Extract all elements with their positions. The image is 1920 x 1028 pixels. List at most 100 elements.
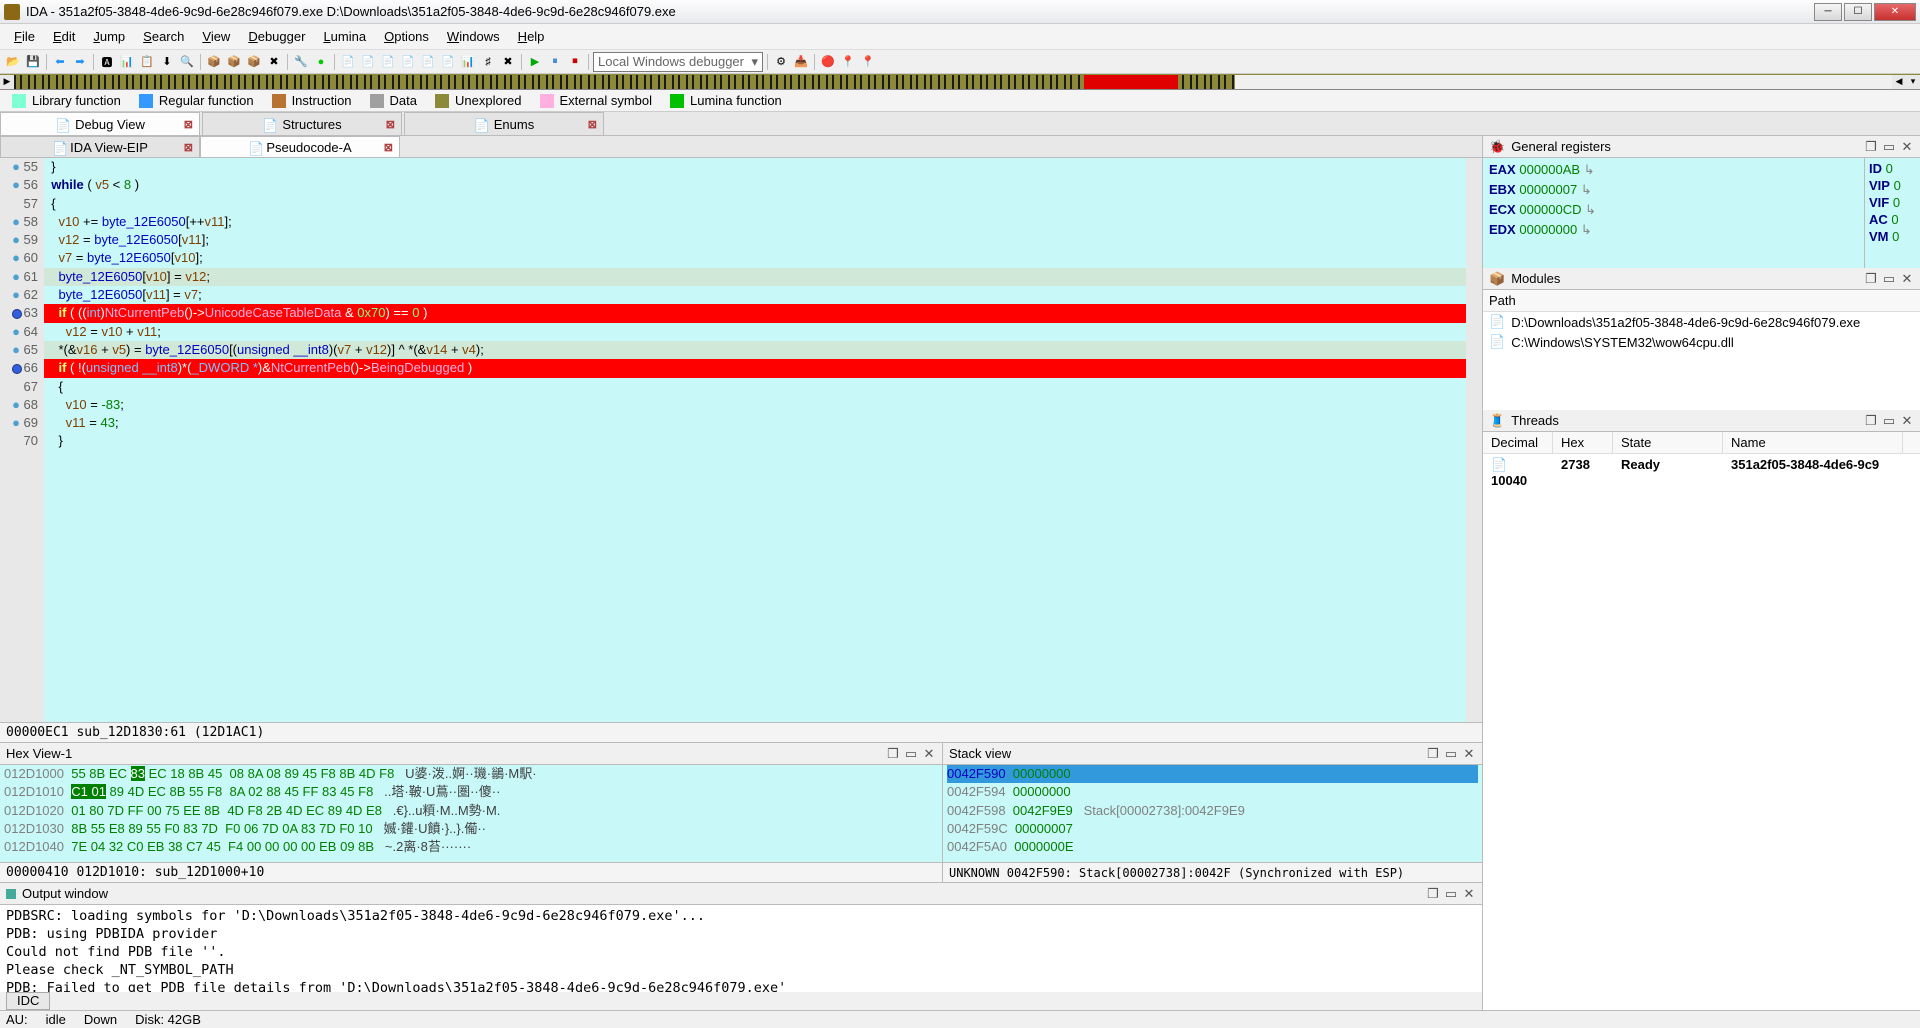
- tool-icon[interactable]: ⚙: [772, 53, 790, 71]
- panel-close-icon[interactable]: ✕: [1900, 140, 1914, 154]
- tab-close-icon[interactable]: ⊠: [184, 118, 193, 131]
- tool-icon[interactable]: 📍: [839, 53, 857, 71]
- back-icon[interactable]: ⬅: [51, 53, 69, 71]
- legend: Library functionRegular functionInstruct…: [0, 90, 1920, 112]
- threads-panel[interactable]: DecimalHexStateName 📄 100402738Ready351a…: [1483, 432, 1920, 1010]
- panel-max-icon[interactable]: ▭: [1882, 140, 1896, 154]
- thread-row[interactable]: 📄 100402738Ready351a2f05-3848-4de6-9c9: [1483, 454, 1920, 491]
- panel-undock-icon[interactable]: ❐: [886, 747, 900, 761]
- panel-close-icon[interactable]: ✕: [1900, 414, 1914, 428]
- scrollbar-v[interactable]: [1466, 158, 1482, 722]
- fwd-icon[interactable]: ➡: [71, 53, 89, 71]
- tool-icon[interactable]: 🔴: [819, 53, 837, 71]
- pseudocode-view[interactable]: ● 55● 56 57● 58● 59● 60● 61● 6263● 64● 6…: [0, 158, 1482, 722]
- tool-icon[interactable]: 📄: [399, 53, 417, 71]
- panel-undock-icon[interactable]: ❐: [1864, 272, 1878, 286]
- tool-icon[interactable]: 📦: [245, 53, 263, 71]
- panel-close-icon[interactable]: ✕: [922, 747, 936, 761]
- tab-close-icon[interactable]: ⊠: [588, 118, 597, 131]
- pause-icon[interactable]: ⏸: [546, 53, 564, 71]
- modules-panel[interactable]: Path 📄D:\Downloads\351a2f05-3848-4de6-9c…: [1483, 290, 1920, 410]
- tool-icon[interactable]: ♯: [479, 53, 497, 71]
- panel-max-icon[interactable]: ▭: [904, 747, 918, 761]
- panel-undock-icon[interactable]: ❐: [1426, 747, 1440, 761]
- maximize-button[interactable]: ☐: [1844, 3, 1872, 21]
- panel-max-icon[interactable]: ▭: [1882, 272, 1896, 286]
- nav-right-icon[interactable]: ◀: [1892, 75, 1906, 89]
- minimize-button[interactable]: ─: [1814, 3, 1842, 21]
- menu-file[interactable]: File: [6, 27, 43, 46]
- tool-icon[interactable]: 📋: [138, 53, 156, 71]
- tool-icon[interactable]: 📄: [439, 53, 457, 71]
- tool-icon[interactable]: 🔧: [292, 53, 310, 71]
- hex-body[interactable]: 012D1000 55 8B EC 83 EC 18 8B 45 08 8A 0…: [0, 765, 942, 862]
- tool-icon[interactable]: 📄: [419, 53, 437, 71]
- subtab-ida-view-eip[interactable]: 📄IDA View-EIP⊠: [0, 136, 200, 157]
- registers-panel[interactable]: EAX 000000AB ↳EBX 00000007 ↳ECX 000000CD…: [1483, 158, 1920, 268]
- tool-icon[interactable]: 📄: [359, 53, 377, 71]
- module-row[interactable]: 📄C:\Windows\SYSTEM32\wow64cpu.dll: [1483, 332, 1920, 352]
- tool-icon[interactable]: 📊: [118, 53, 136, 71]
- tool-icon[interactable]: 📄: [379, 53, 397, 71]
- tool-icon[interactable]: 📄: [339, 53, 357, 71]
- tab-close-icon[interactable]: ⊠: [386, 118, 395, 131]
- panel-max-icon[interactable]: ▭: [1882, 414, 1896, 428]
- tab-debug-view[interactable]: 📄Debug View⊠: [0, 112, 200, 135]
- menu-lumina[interactable]: Lumina: [315, 27, 374, 46]
- close-button[interactable]: ✕: [1874, 3, 1916, 21]
- menu-edit[interactable]: Edit: [45, 27, 83, 46]
- panel-max-icon[interactable]: ▭: [1444, 887, 1458, 901]
- tab-enums[interactable]: 📄Enums⊠: [404, 112, 604, 135]
- save-icon[interactable]: 💾: [24, 53, 42, 71]
- menu-debugger[interactable]: Debugger: [240, 27, 313, 46]
- module-row[interactable]: 📄D:\Downloads\351a2f05-3848-4de6-9c9d-6e…: [1483, 312, 1920, 332]
- stack-body[interactable]: 0042F590 000000000042F594 000000000042F5…: [943, 765, 1482, 862]
- menu-help[interactable]: Help: [510, 27, 553, 46]
- thread-col[interactable]: Name: [1723, 432, 1903, 453]
- thread-col[interactable]: Hex: [1553, 432, 1613, 453]
- tool-icon[interactable]: 📦: [225, 53, 243, 71]
- tool-icon[interactable]: 🔍: [178, 53, 196, 71]
- panel-close-icon[interactable]: ✕: [1900, 272, 1914, 286]
- nav-menu-icon[interactable]: ▾: [1906, 75, 1920, 89]
- tool-icon[interactable]: ✖: [499, 53, 517, 71]
- run-icon[interactable]: ▶: [526, 53, 544, 71]
- subtab-pseudocode-a[interactable]: 📄Pseudocode-A⊠: [200, 136, 400, 157]
- menu-options[interactable]: Options: [376, 27, 437, 46]
- tool-icon[interactable]: 🅰: [98, 53, 116, 71]
- thread-col[interactable]: State: [1613, 432, 1723, 453]
- tool-icon[interactable]: 📥: [792, 53, 810, 71]
- tab-close-icon[interactable]: ⊠: [384, 141, 393, 154]
- tool-icon[interactable]: 📊: [459, 53, 477, 71]
- debugger-combo[interactable]: Local Windows debugger▾: [593, 52, 763, 72]
- tool-icon[interactable]: ●: [312, 53, 330, 71]
- status-idle: idle: [46, 1012, 66, 1027]
- idc-button[interactable]: IDC: [6, 992, 50, 1010]
- panel-max-icon[interactable]: ▭: [1444, 747, 1458, 761]
- menu-view[interactable]: View: [194, 27, 238, 46]
- tool-icon[interactable]: 📦: [205, 53, 223, 71]
- panel-undock-icon[interactable]: ❐: [1426, 887, 1440, 901]
- legend-item: Instruction: [272, 93, 352, 108]
- modules-col-path[interactable]: Path: [1483, 290, 1920, 312]
- thread-col[interactable]: Decimal: [1483, 432, 1553, 453]
- open-icon[interactable]: 📂: [4, 53, 22, 71]
- menubar: FileEditJumpSearchViewDebuggerLuminaOpti…: [0, 24, 1920, 50]
- panel-undock-icon[interactable]: ❐: [1864, 414, 1878, 428]
- window-title: IDA - 351a2f05-3848-4de6-9c9d-6e28c946f0…: [26, 4, 1814, 19]
- tool-icon[interactable]: 📍: [859, 53, 877, 71]
- panel-undock-icon[interactable]: ❐: [1864, 140, 1878, 154]
- panel-close-icon[interactable]: ✕: [1462, 747, 1476, 761]
- tab-close-icon[interactable]: ⊠: [184, 141, 193, 154]
- nav-left-icon[interactable]: ▶: [0, 75, 14, 89]
- nav-overview[interactable]: ▶ ◀ ▾: [0, 74, 1920, 90]
- menu-search[interactable]: Search: [135, 27, 192, 46]
- tab-structures[interactable]: 📄Structures⊠: [202, 112, 402, 135]
- tool-icon[interactable]: ⬇: [158, 53, 176, 71]
- stop-icon[interactable]: ⏹: [566, 53, 584, 71]
- menu-windows[interactable]: Windows: [439, 27, 508, 46]
- panel-close-icon[interactable]: ✕: [1462, 887, 1476, 901]
- menu-jump[interactable]: Jump: [85, 27, 133, 46]
- tool-icon[interactable]: ✖: [265, 53, 283, 71]
- output-body[interactable]: PDBSRC: loading symbols for 'D:\Download…: [0, 905, 1482, 992]
